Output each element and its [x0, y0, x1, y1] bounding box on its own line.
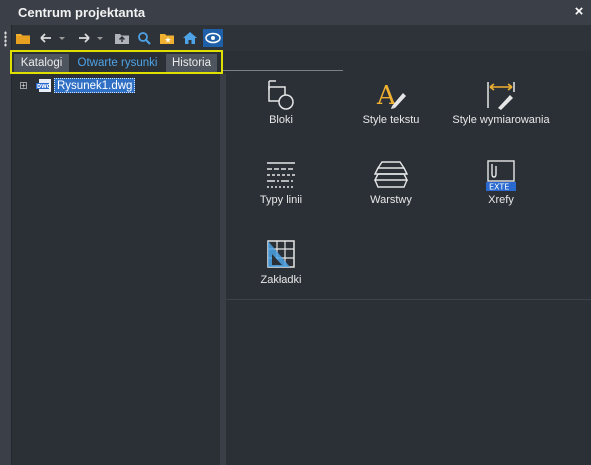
grip-dots-icon[interactable] — [4, 31, 7, 47]
content-item-label: Style wymiarowania — [452, 114, 550, 126]
dwg-file-icon: DWG — [36, 79, 52, 92]
home-icon[interactable] — [182, 31, 198, 47]
forward-dropdown-icon[interactable] — [96, 31, 104, 47]
linetype-icon — [264, 158, 298, 192]
content-item-style-tekstu[interactable]: A Style tekstu — [336, 74, 446, 144]
xref-badge-text: EXTE — [489, 183, 509, 192]
search-icon[interactable] — [137, 31, 151, 47]
tab-katalogi[interactable]: Katalogi — [14, 54, 69, 72]
content-item-label: Style tekstu — [362, 114, 420, 126]
toolbar — [12, 25, 591, 51]
content-panel: Bloki A Style tekstu Style wymiarowania … — [226, 72, 591, 299]
preview-eye-icon[interactable] — [203, 29, 223, 47]
layout-icon — [264, 238, 298, 272]
palette-grip-strip[interactable] — [0, 25, 12, 465]
content-item-bloki[interactable]: Bloki — [226, 74, 336, 144]
content-item-zakladki[interactable]: Zakładki — [226, 234, 336, 304]
forward-arrow-icon[interactable] — [77, 31, 91, 47]
content-item-label: Zakładki — [260, 274, 302, 286]
xref-icon: EXTE — [484, 158, 518, 192]
tree-item-rysunek1[interactable]: Rysunek1.dwg — [54, 78, 136, 93]
tree-expand-icon[interactable]: + — [20, 82, 27, 90]
load-folder-icon[interactable] — [15, 31, 31, 47]
tabs-highlight-frame: Katalogi Otwarte rysunki Historia — [10, 50, 223, 74]
content-item-label: Typy linii — [259, 194, 303, 206]
window-title: Centrum projektanta — [18, 5, 146, 20]
up-folder-icon[interactable] — [114, 31, 130, 47]
content-item-style-wymiarowania[interactable]: Style wymiarowania — [446, 74, 556, 144]
content-item-typy-linii[interactable]: Typy linii — [226, 154, 336, 224]
text-style-icon: A — [374, 78, 408, 112]
tabs-divider-line — [223, 70, 343, 71]
tab-historia[interactable]: Historia — [166, 54, 217, 72]
dwg-file-icon-text: DWG — [37, 84, 51, 90]
content-item-warstwy[interactable]: Warstwy — [336, 154, 446, 224]
drawing-tree-panel: + DWG Rysunek1.dwg — [12, 74, 220, 465]
content-item-label: Warstwy — [370, 194, 412, 206]
blocks-icon — [264, 78, 298, 112]
preview-panel — [226, 299, 591, 465]
content-item-label: Xrefy — [488, 194, 514, 206]
content-item-label: Bloki — [269, 114, 293, 126]
layers-icon — [373, 158, 409, 192]
content-item-xrefy[interactable]: EXTE Xrefy — [446, 154, 556, 224]
title-bar: Centrum projektanta × — [0, 0, 591, 25]
close-icon[interactable]: × — [572, 4, 586, 20]
favorites-icon[interactable] — [159, 31, 175, 47]
back-arrow-icon[interactable] — [39, 31, 53, 47]
dimension-style-icon — [484, 78, 518, 112]
back-dropdown-icon[interactable] — [58, 31, 66, 47]
tab-otwarte-rysunki[interactable]: Otwarte rysunki — [71, 54, 164, 72]
